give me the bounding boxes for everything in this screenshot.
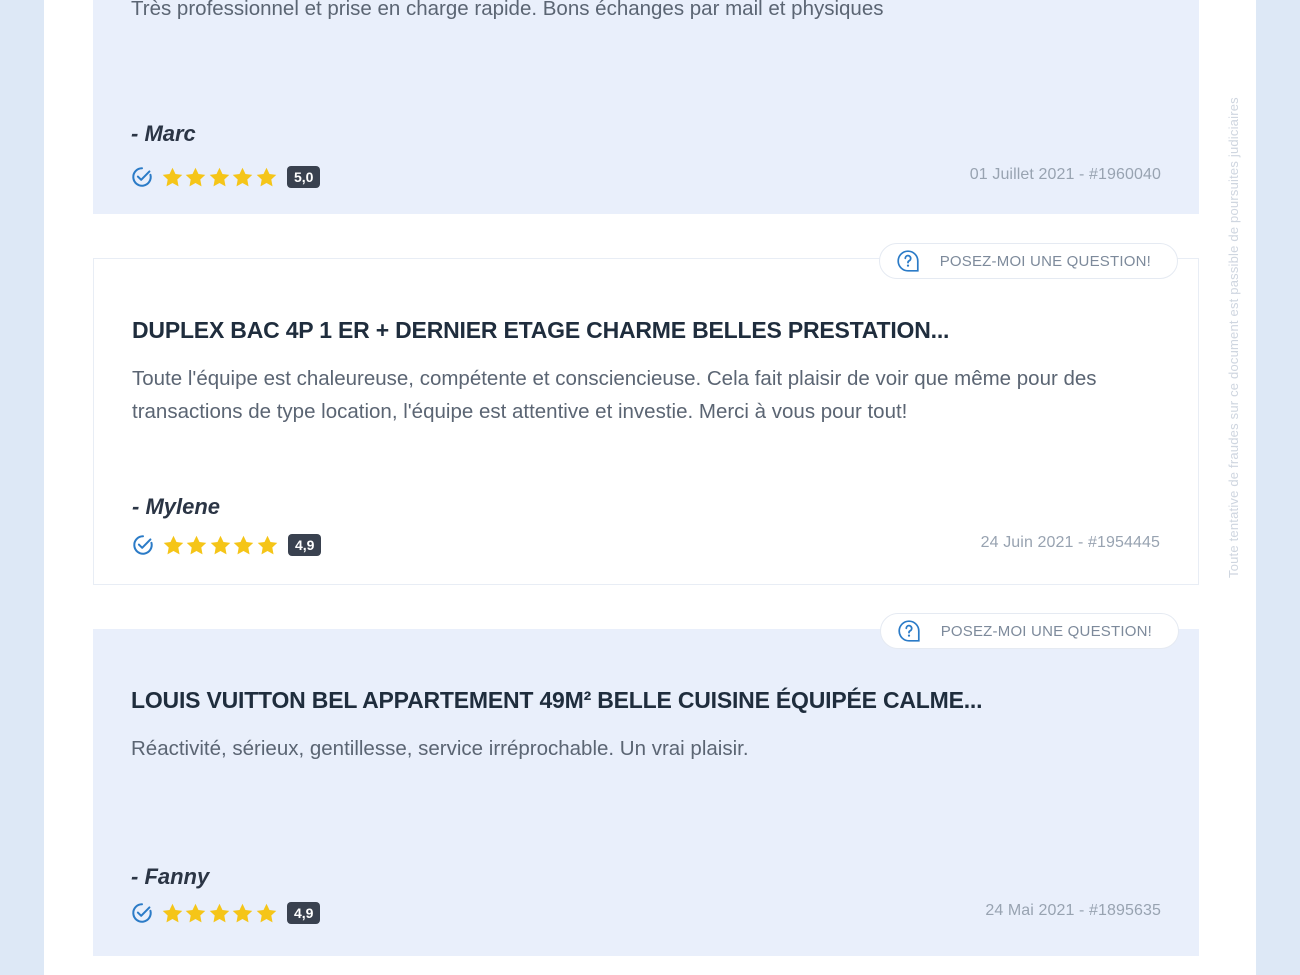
rating-row: 5,0: [131, 165, 321, 189]
review-date-id: 24 Juin 2021 - #1954445: [980, 534, 1160, 551]
star-icon: [186, 167, 206, 186]
review-author: - Fanny: [131, 864, 210, 889]
review-card: POSEZ-MOI UNE QUESTION! DUPLEX BAC 4P 1 …: [93, 243, 1199, 585]
ask-question-label: POSEZ-MOI UNE QUESTION!: [940, 622, 1152, 640]
star-icon: [209, 167, 230, 186]
rating-row: 4,9: [132, 533, 322, 557]
score-badge: 4,9: [287, 534, 322, 556]
star-icon: [256, 903, 276, 922]
star-rating: [162, 534, 279, 557]
verified-check-icon: [132, 167, 152, 187]
question-bubble-icon: [898, 620, 920, 642]
verified-check-icon: [132, 903, 152, 923]
review-text: Très professionnel et prise en charge ra…: [131, 0, 884, 20]
star-icon: [187, 535, 207, 554]
review-author: - Marc: [131, 121, 196, 146]
star-rating: [161, 166, 278, 189]
star-rating: [161, 902, 278, 925]
score-badge: 5,0: [286, 166, 321, 188]
review-text: Réactivité, sérieux, gentillesse, servic…: [131, 737, 749, 760]
score-badge: 4,9: [286, 902, 321, 924]
review-date-id: 01 Juillet 2021 - #1960040: [969, 166, 1161, 183]
review-date-id: 24 Mai 2021 - #1895635: [985, 902, 1161, 919]
star-icon: [210, 535, 231, 554]
star-icon: [162, 903, 183, 922]
star-icon: [162, 167, 183, 186]
ask-question-label: POSEZ-MOI UNE QUESTION!: [939, 252, 1151, 270]
ask-question-button[interactable]: POSEZ-MOI UNE QUESTION!: [878, 243, 1178, 279]
review-title: DUPLEX BAC 4P 1 ER + DERNIER ETAGE CHARM…: [132, 317, 950, 343]
review-author: - Mylene: [132, 494, 221, 519]
review-title: LOUIS VUITTON BEL APPARTEMENT 49M² BELLE…: [131, 687, 983, 713]
star-icon: [186, 903, 206, 922]
star-icon: [232, 903, 253, 922]
rating-row: 4,9: [131, 901, 321, 925]
star-icon: [256, 167, 276, 186]
verified-check-icon: [133, 535, 153, 555]
review-card: Très professionnel et prise en charge ra…: [93, 0, 1199, 214]
review-text: Toute l'équipe est chaleureuse, compéten…: [132, 367, 1097, 423]
ask-question-button[interactable]: POSEZ-MOI UNE QUESTION!: [879, 613, 1179, 649]
review-card: POSEZ-MOI UNE QUESTION! LOUIS VUITTON BE…: [93, 613, 1199, 956]
question-bubble-icon: [897, 250, 919, 272]
star-icon: [233, 535, 254, 554]
fraud-warning-note: Toute tentative de fraudes sur ce docume…: [1226, 97, 1241, 578]
star-icon: [232, 167, 253, 186]
star-icon: [163, 535, 184, 554]
star-icon: [209, 903, 230, 922]
star-icon: [257, 535, 277, 554]
